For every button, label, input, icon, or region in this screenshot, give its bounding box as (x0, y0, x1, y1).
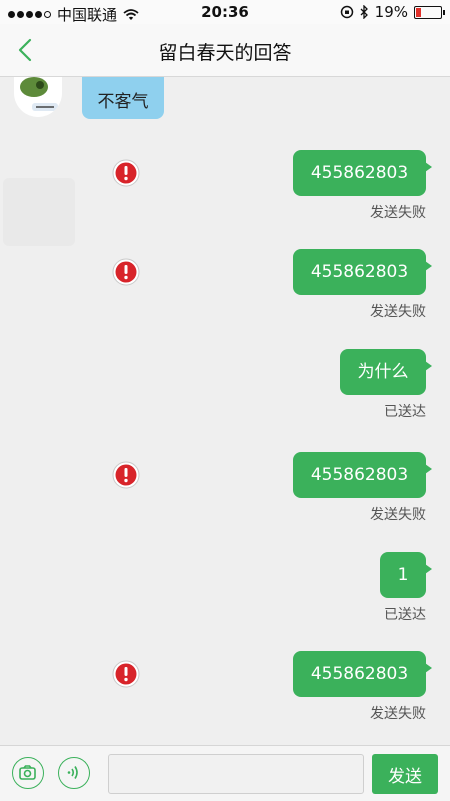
voice-icon (67, 766, 78, 779)
outgoing-message: 1 已送达 (380, 552, 432, 623)
outgoing-message: 455862803 发送失败 (112, 249, 432, 320)
outgoing-message-bubble[interactable]: 455862803 (293, 150, 432, 196)
outgoing-message-bubble[interactable]: 455862803 (293, 452, 432, 498)
error-alert-icon[interactable] (112, 461, 140, 489)
outgoing-message-bubble[interactable]: 455862803 (293, 249, 432, 295)
input-bar: 发送 (0, 745, 450, 801)
nav-bar: 留白春天的回答 (0, 24, 450, 77)
delivered-label: 已送达 (384, 607, 426, 623)
battery-percent: 19% (374, 3, 408, 21)
camera-icon (19, 765, 36, 780)
battery-icon (414, 5, 445, 19)
error-alert-icon[interactable] (112, 660, 140, 688)
delivered-label: 已送达 (384, 404, 426, 420)
orientation-lock-icon (340, 5, 353, 19)
outgoing-message: 455862803 发送失败 (112, 452, 432, 523)
camera-button[interactable] (12, 757, 44, 789)
outgoing-message-bubble[interactable]: 455862803 (293, 651, 432, 697)
status-right: 19% (340, 3, 445, 21)
error-alert-icon[interactable] (112, 258, 140, 286)
outgoing-message: 455862803 发送失败 (112, 651, 432, 722)
page-title: 留白春天的回答 (158, 42, 292, 64)
outgoing-message: 455862803 发送失败 (112, 150, 432, 221)
outgoing-message-bubble[interactable]: 为什么 (340, 349, 432, 395)
avatar[interactable] (14, 77, 62, 117)
outgoing-message-bubble[interactable]: 1 (380, 552, 432, 598)
placeholder-block (3, 178, 75, 246)
message-input[interactable] (108, 754, 364, 794)
status-bar: 中国联通 20:36 19% (0, 0, 450, 24)
incoming-message-bubble[interactable]: 不客气 (82, 77, 164, 119)
send-failed-label: 发送失败 (370, 507, 426, 523)
error-alert-icon[interactable] (112, 159, 140, 187)
send-button[interactable]: 发送 (372, 754, 438, 794)
voice-button[interactable] (58, 757, 90, 789)
send-failed-label: 发送失败 (370, 706, 426, 722)
send-failed-label: 发送失败 (370, 304, 426, 320)
send-failed-label: 发送失败 (370, 205, 426, 221)
outgoing-message: 为什么已送达 (340, 349, 432, 420)
bluetooth-icon (360, 5, 368, 19)
chat-area[interactable]: 不客气 455862803 发送失败 455862803 发送失败 为什么 已送达 4558… (0, 77, 450, 745)
